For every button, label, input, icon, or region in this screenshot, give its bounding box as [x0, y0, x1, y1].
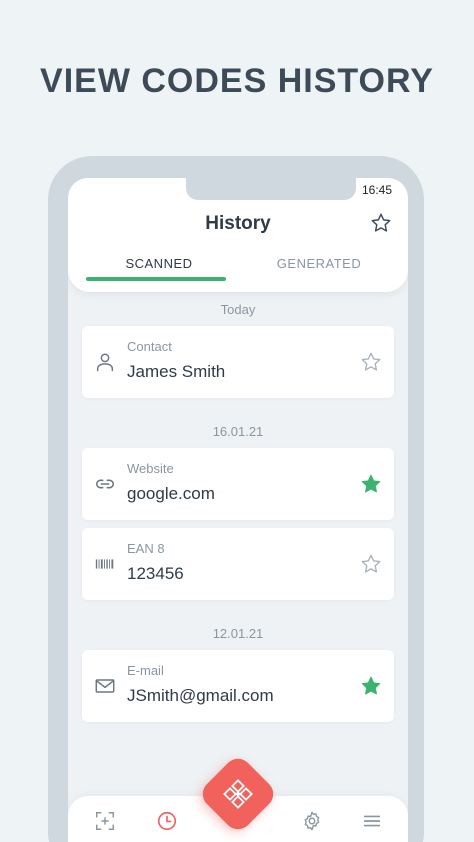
item-value: google.com: [127, 484, 215, 503]
app-screen: 16:45 History SCANNED GENERATED Today Co…: [68, 178, 408, 842]
item-value: 123456: [127, 564, 184, 583]
star-filled-icon[interactable]: [360, 473, 382, 495]
tab-generated[interactable]: GENERATED: [244, 256, 394, 271]
item-value: JSmith@gmail.com: [127, 686, 274, 705]
active-tab-indicator: [86, 277, 226, 281]
star-outline-icon[interactable]: [360, 553, 382, 575]
item-type-label: EAN 8: [127, 541, 165, 556]
person-icon: [96, 353, 114, 372]
item-type-label: Contact: [127, 339, 172, 354]
promo-title: VIEW CODES HISTORY: [40, 62, 434, 100]
phone-notch: [186, 178, 356, 200]
star-filled-icon[interactable]: [360, 675, 382, 697]
link-icon: [95, 479, 115, 489]
create-icon[interactable]: [94, 810, 116, 832]
date-label-12-01-21: 12.01.21: [212, 626, 264, 641]
scan-icon: [223, 779, 253, 809]
item-type-label: E-mail: [127, 663, 164, 678]
history-item-contact[interactable]: Contact James Smith: [82, 326, 394, 398]
settings-icon[interactable]: [301, 810, 323, 832]
favorites-star-icon[interactable]: [370, 212, 392, 234]
star-outline-icon[interactable]: [360, 351, 382, 373]
page-title: History: [205, 213, 271, 234]
item-value: James Smith: [127, 362, 226, 381]
history-icon[interactable]: [156, 810, 178, 832]
history-item-ean8[interactable]: EAN 8 123456: [82, 528, 394, 600]
menu-icon[interactable]: [361, 810, 383, 832]
date-label-today: Today: [220, 302, 256, 317]
tab-scanned[interactable]: SCANNED: [84, 256, 234, 271]
status-time: 16:45: [361, 183, 392, 197]
barcode-icon: [95, 559, 114, 569]
date-label-16-01-21: 16.01.21: [212, 424, 264, 439]
history-item-email[interactable]: E-mail JSmith@gmail.com: [82, 650, 394, 722]
item-type-label: Website: [127, 461, 174, 476]
mail-icon: [95, 679, 115, 693]
history-item-website[interactable]: Website google.com: [82, 448, 394, 520]
